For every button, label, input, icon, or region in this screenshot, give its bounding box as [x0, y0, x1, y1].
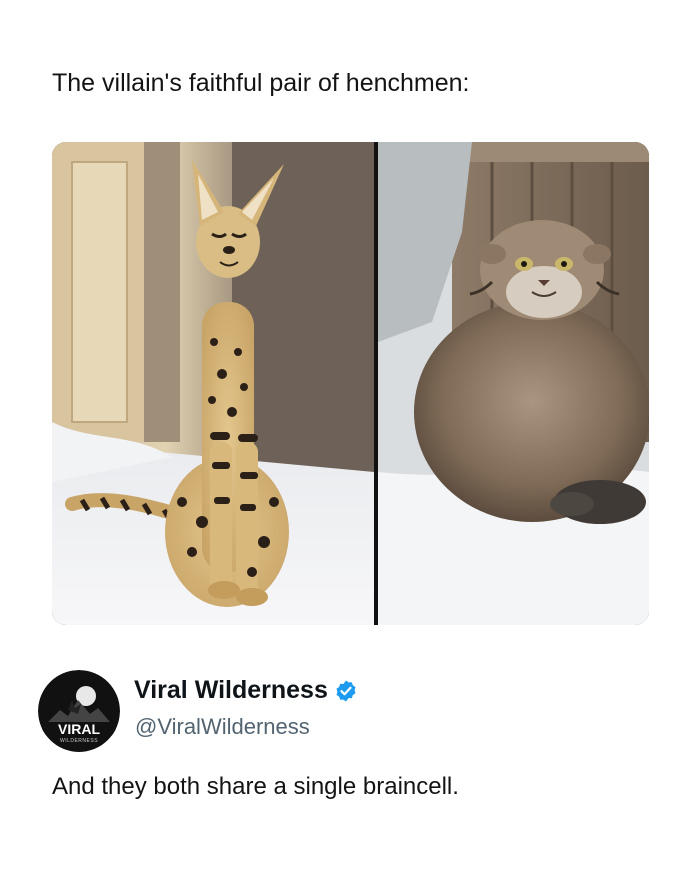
- author-avatar[interactable]: VIRAL WILDERNESS: [38, 670, 120, 752]
- avatar-logo-subtext: WILDERNESS: [60, 738, 98, 744]
- avatar-logo-text: VIRAL: [58, 721, 100, 737]
- author-name-row[interactable]: Viral Wilderness: [134, 676, 358, 705]
- wolf-logo-icon: VIRAL WILDERNESS: [38, 670, 120, 752]
- media-photos: [52, 142, 649, 625]
- post-text: The villain's faithful pair of henchmen:: [52, 69, 470, 97]
- serval-photo: [52, 142, 374, 625]
- post-media[interactable]: [52, 142, 649, 625]
- reply-text: And they both share a single braincell.: [52, 773, 459, 800]
- verified-badge-icon: [336, 680, 356, 701]
- author-row: VIRAL WILDERNESS Viral Wilderness @Viral…: [38, 670, 638, 760]
- pallas-cat-photo: [378, 142, 649, 625]
- author-handle[interactable]: @ViralWilderness: [135, 714, 310, 740]
- author-display-name[interactable]: Viral Wilderness: [134, 676, 328, 705]
